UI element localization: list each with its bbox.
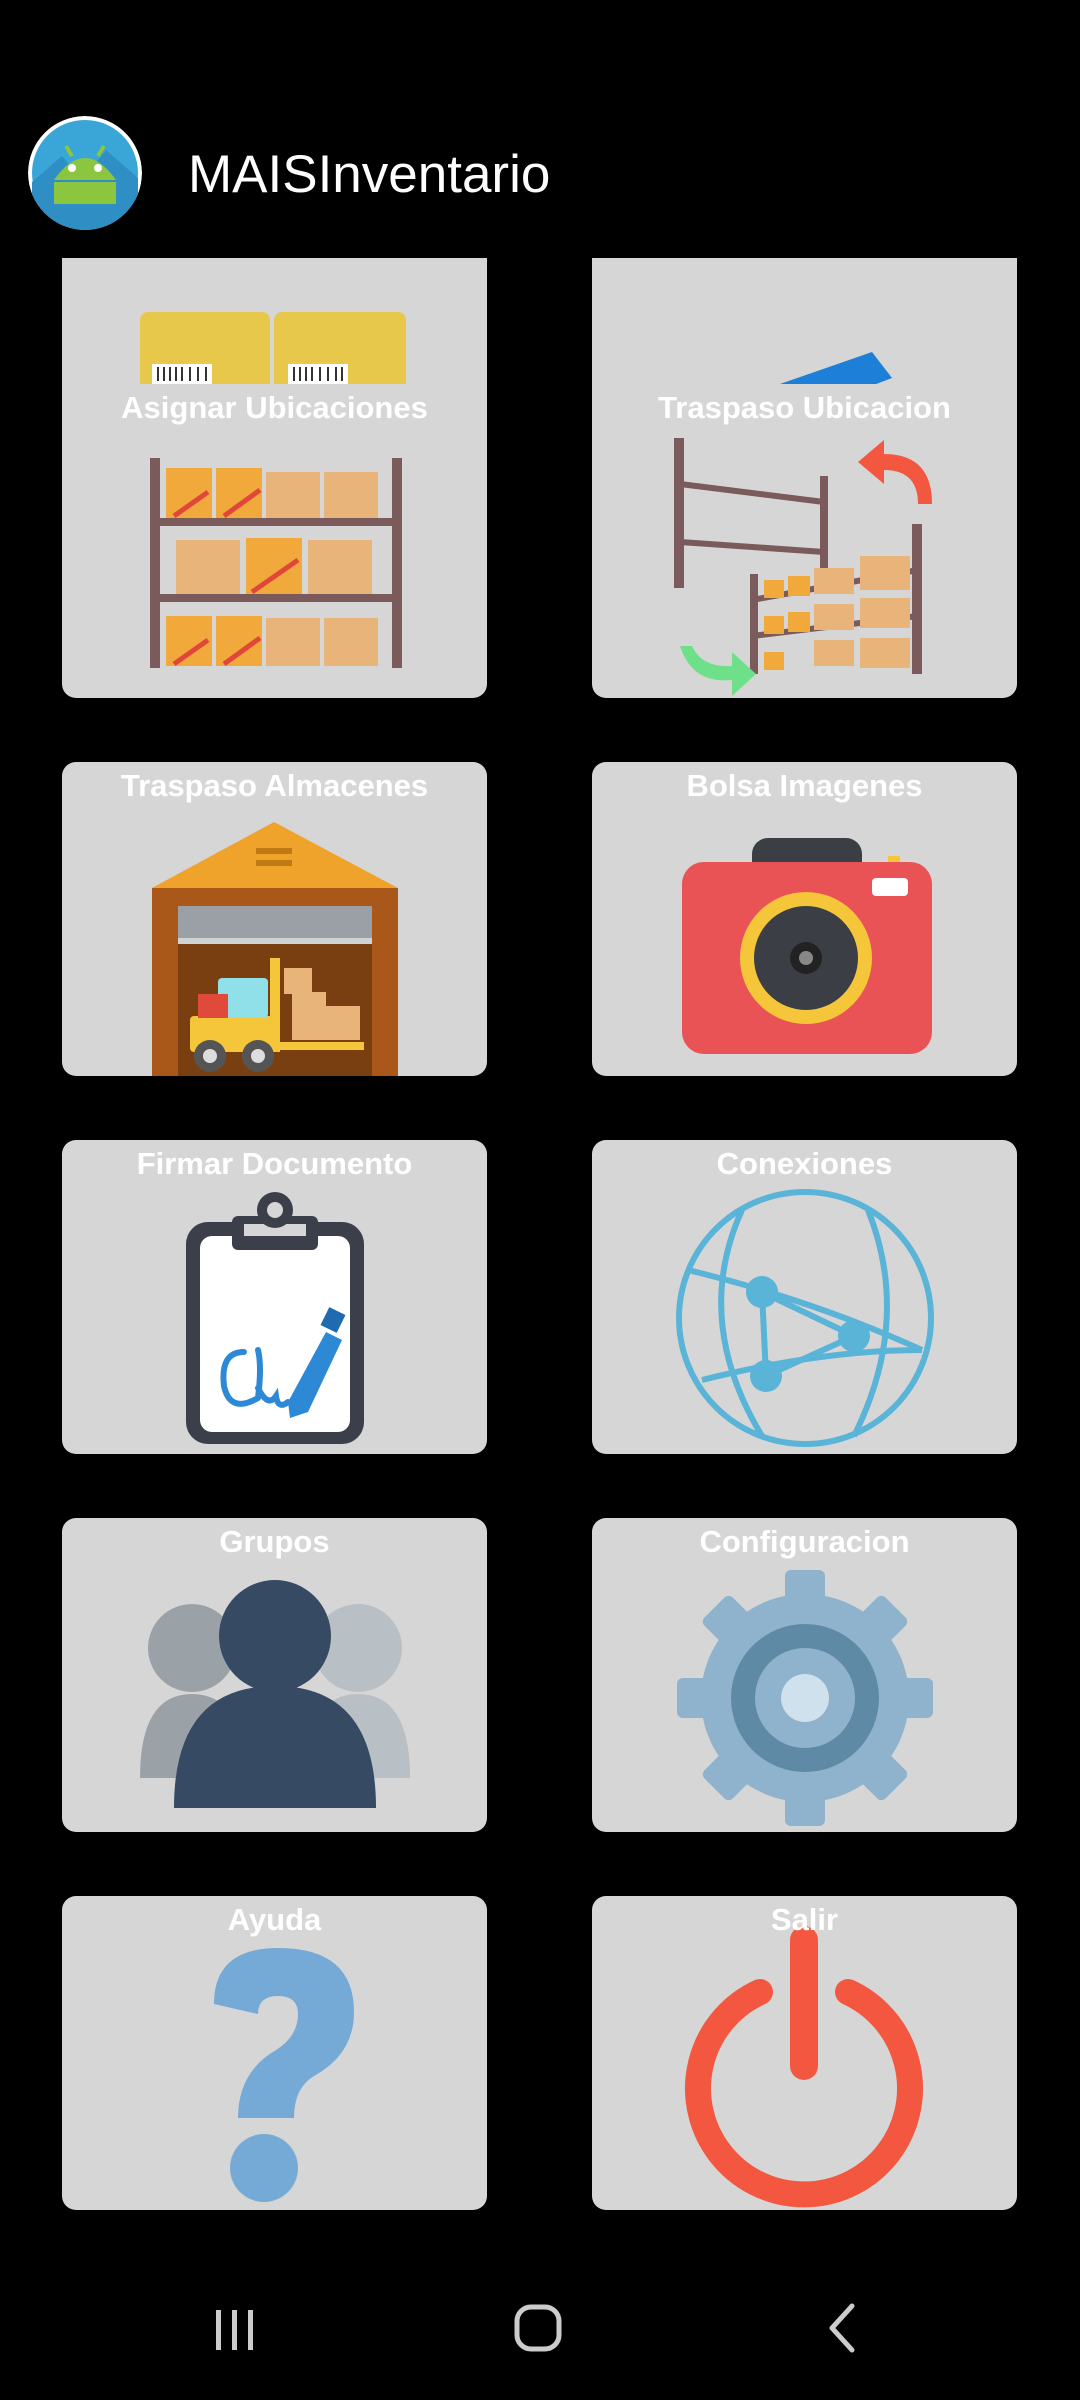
app-title: MAISInventario	[188, 145, 551, 204]
tile-firmar-documento[interactable]: Firmar Documento	[62, 1140, 487, 1454]
tile-asignar-ubicaciones[interactable]: Asignar Ubicaciones	[62, 384, 487, 698]
system-nav-bar	[0, 2258, 1080, 2400]
tile-label: Conexiones	[716, 1146, 893, 1181]
group-people-icon	[140, 1580, 410, 1808]
tile-bolsa-imagenes[interactable]: Bolsa Imagenes	[592, 762, 1017, 1076]
recent-apps-icon[interactable]	[174, 2278, 294, 2378]
tile-grupos[interactable]: Grupos	[62, 1518, 487, 1832]
app-bar: MAISInventario	[0, 0, 1080, 258]
menu-grid[interactable]: Asignar Ubicaciones Traspaso Ubicacion T…	[0, 258, 1080, 2258]
back-icon[interactable]	[780, 2278, 900, 2378]
clipboard-signature-icon	[186, 1192, 364, 1444]
tile-label: Ayuda	[227, 1902, 322, 1937]
tile-salir[interactable]: Salir	[592, 1896, 1017, 2210]
tile-traspaso-ubicacion[interactable]: Traspaso Ubicacion	[592, 384, 1017, 698]
tile-traspaso-almacenes[interactable]: Traspaso Almacenes	[62, 762, 487, 1076]
warehouse-shelf-icon	[150, 458, 402, 668]
home-icon[interactable]	[478, 2278, 598, 2378]
warehouse-forklift-icon	[152, 822, 398, 1076]
tile-label: Firmar Documento	[136, 1146, 413, 1181]
tile-label: Configuracion	[699, 1524, 910, 1559]
tile-ayuda[interactable]: Ayuda	[62, 1896, 487, 2210]
tile-label: Bolsa Imagenes	[686, 768, 923, 803]
tile-label: Traspaso Almacenes	[120, 768, 429, 803]
gear-icon	[677, 1570, 933, 1826]
android-app-logo-icon	[28, 116, 142, 230]
camera-icon	[682, 838, 932, 1054]
question-mark-icon	[214, 1948, 354, 2202]
shelf-transfer-icon	[674, 438, 932, 696]
tile-configuracion[interactable]: Configuracion	[592, 1518, 1017, 1832]
tile-label: Salir	[770, 1902, 839, 1937]
power-icon	[685, 1926, 923, 2208]
tile-conexiones[interactable]: Conexiones	[592, 1140, 1017, 1454]
tile-label: Traspaso Ubicacion	[658, 390, 951, 425]
tile-label: Asignar Ubicaciones	[121, 390, 428, 425]
network-globe-icon	[676, 1189, 934, 1447]
tile-label: Grupos	[219, 1524, 330, 1559]
